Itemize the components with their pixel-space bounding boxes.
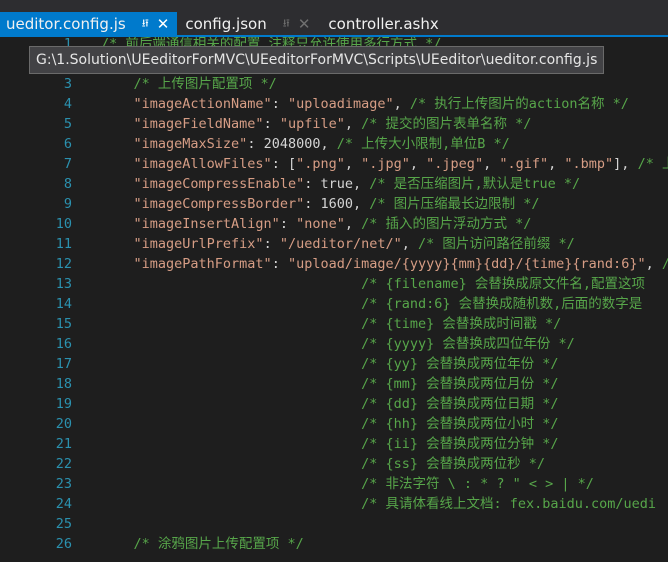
code-line[interactable]: 18 /* {mm} 会替换成两位月份 */ bbox=[0, 374, 668, 394]
line-number: 17 bbox=[55, 356, 72, 372]
code-line[interactable]: 5 "imageFieldName": "upfile", /* 提交的图片表单… bbox=[0, 114, 668, 134]
code-line[interactable]: 12 "imagePathFormat": "upload/image/{yyy… bbox=[0, 254, 668, 274]
code-text: "imageFieldName": "upfile", /* 提交的图片表单名称… bbox=[133, 116, 532, 132]
line-number: 20 bbox=[55, 416, 72, 432]
tab-label: controller.ashx bbox=[328, 15, 439, 33]
tab-bar: ueditor.config.js ⭿ ✕ config.json ⭿ ✕ co… bbox=[0, 0, 668, 36]
line-number: 8 bbox=[63, 176, 72, 192]
code-text: "imageUrlPrefix": "/ueditor/net/", /* 图片… bbox=[133, 236, 575, 252]
code-line[interactable]: 24 /* 具请体看线上文档: fex.baidu.com/uedi bbox=[0, 494, 668, 514]
close-icon[interactable]: ✕ bbox=[298, 15, 311, 33]
code-text: /* {yy} 会替换成两位年份 */ bbox=[361, 356, 559, 372]
line-number: 4 bbox=[63, 96, 72, 112]
tab-ueditor-config-js[interactable]: ueditor.config.js ⭿ ✕ bbox=[0, 12, 178, 36]
code-text: "imageCompressEnable": true, /* 是否压缩图片,默… bbox=[133, 176, 581, 192]
code-line[interactable]: 4 "imageActionName": "uploadimage", /* 执… bbox=[0, 94, 668, 114]
tab-label: ueditor.config.js bbox=[6, 15, 126, 33]
code-line[interactable]: 17 /* {yy} 会替换成两位年份 */ bbox=[0, 354, 668, 374]
close-icon[interactable]: ✕ bbox=[157, 15, 170, 33]
line-number: 25 bbox=[55, 516, 72, 532]
code-text: /* 具请体看线上文档: fex.baidu.com/uedi bbox=[361, 496, 657, 512]
code-line[interactable]: 16 /* {yyyy} 会替换成四位年份 */ bbox=[0, 334, 668, 354]
code-text: /* {rand:6} 会替换成随机数,后面的数字是 bbox=[361, 296, 643, 312]
code-text: /* 上传图片配置项 */ bbox=[133, 76, 277, 92]
code-line[interactable]: 22 /* {ss} 会替换成两位秒 */ bbox=[0, 454, 668, 474]
line-number: 6 bbox=[63, 136, 72, 152]
tab-label: config.json bbox=[185, 15, 267, 33]
line-number: 19 bbox=[55, 396, 72, 412]
code-line[interactable]: 3 /* 上传图片配置项 */ bbox=[0, 74, 668, 94]
line-number: 18 bbox=[55, 376, 72, 392]
code-line[interactable]: 7 "imageAllowFiles": [".png", ".jpg", ".… bbox=[0, 154, 668, 174]
code-line[interactable]: 11 "imageUrlPrefix": "/ueditor/net/", /*… bbox=[0, 234, 668, 254]
line-number: 15 bbox=[55, 316, 72, 332]
code-text: /* {ii} 会替换成两位分钟 */ bbox=[361, 436, 559, 452]
code-text: /* {ss} 会替换成两位秒 */ bbox=[361, 456, 545, 472]
code-line[interactable]: 21 /* {ii} 会替换成两位分钟 */ bbox=[0, 434, 668, 454]
code-text: "imageCompressBorder": 1600, /* 图片压缩最长边限… bbox=[133, 196, 540, 212]
code-line[interactable]: 25 bbox=[0, 514, 668, 534]
code-text: /* {time} 会替换成时间戳 */ bbox=[361, 316, 562, 332]
line-number: 16 bbox=[55, 336, 72, 352]
line-number: 12 bbox=[55, 256, 72, 272]
line-number: 10 bbox=[55, 216, 72, 232]
line-number: 7 bbox=[63, 156, 72, 172]
code-line[interactable]: 6 "imageMaxSize": 2048000, /* 上传大小限制,单位B… bbox=[0, 134, 668, 154]
code-line[interactable]: 15 /* {time} 会替换成时间戳 */ bbox=[0, 314, 668, 334]
code-text: /* 非法字符 \ : * ? " < > | */ bbox=[361, 476, 594, 492]
line-number: 13 bbox=[55, 276, 72, 292]
code-text: /* {hh} 会替换成两位小时 */ bbox=[361, 416, 559, 432]
code-text: "imageAllowFiles": [".png", ".jpg", ".jp… bbox=[133, 156, 668, 172]
line-number: 3 bbox=[63, 76, 72, 92]
line-number: 5 bbox=[63, 116, 72, 132]
line-number: 22 bbox=[55, 456, 72, 472]
line-number: 11 bbox=[55, 236, 72, 252]
pin-icon[interactable]: ⭿ bbox=[283, 15, 290, 34]
code-line[interactable]: 20 /* {hh} 会替换成两位小时 */ bbox=[0, 414, 668, 434]
tab-config-json[interactable]: config.json ⭿ ✕ bbox=[179, 12, 318, 36]
line-number: 14 bbox=[55, 296, 72, 312]
code-text: /* {mm} 会替换成两位月份 */ bbox=[361, 376, 559, 392]
line-number: 24 bbox=[55, 496, 72, 512]
code-line[interactable]: 9 "imageCompressBorder": 1600, /* 图片压缩最长… bbox=[0, 194, 668, 214]
file-path-tooltip: G:\1.Solution\UEeditorForMVC\UEeditorFor… bbox=[29, 46, 605, 74]
code-text: "imageActionName": "uploadimage", /* 执行上… bbox=[133, 96, 629, 112]
code-line[interactable]: 23 /* 非法字符 \ : * ? " < > | */ bbox=[0, 474, 668, 494]
line-number: 9 bbox=[63, 196, 72, 212]
code-line[interactable]: 13 /* {filename} 会替换成原文件名,配置这项 bbox=[0, 274, 668, 294]
code-line[interactable]: 8 "imageCompressEnable": true, /* 是否压缩图片… bbox=[0, 174, 668, 194]
code-editor[interactable]: 1/* 前后端通信相关的配置,注释只允许使用多行方式 */23 /* 上传图片配… bbox=[0, 37, 668, 562]
code-text: "imageMaxSize": 2048000, /* 上传大小限制,单位B *… bbox=[133, 136, 510, 152]
code-text: /* 涂鸦图片上传配置项 */ bbox=[133, 536, 304, 552]
code-text: /* {filename} 会替换成原文件名,配置这项 bbox=[361, 276, 646, 292]
code-text: "imageInsertAlign": "none", /* 插入的图片浮动方式… bbox=[133, 216, 532, 232]
code-text: "imagePathFormat": "upload/image/{yyyy}{… bbox=[133, 256, 668, 272]
code-line[interactable]: 10 "imageInsertAlign": "none", /* 插入的图片浮… bbox=[0, 214, 668, 234]
line-number: 23 bbox=[55, 476, 72, 492]
line-number: 21 bbox=[55, 436, 72, 452]
code-line[interactable]: 14 /* {rand:6} 会替换成随机数,后面的数字是 bbox=[0, 294, 668, 314]
code-line[interactable]: 26 /* 涂鸦图片上传配置项 */ bbox=[0, 534, 668, 554]
code-line[interactable]: 19 /* {dd} 会替换成两位日期 */ bbox=[0, 394, 668, 414]
tab-controller-ashx[interactable]: controller.ashx bbox=[322, 12, 446, 36]
pin-icon[interactable]: ⭿ bbox=[142, 15, 149, 34]
code-text: /* {yyyy} 会替换成四位年份 */ bbox=[361, 336, 575, 352]
line-number: 26 bbox=[55, 536, 72, 552]
code-text: /* {dd} 会替换成两位日期 */ bbox=[361, 396, 559, 412]
